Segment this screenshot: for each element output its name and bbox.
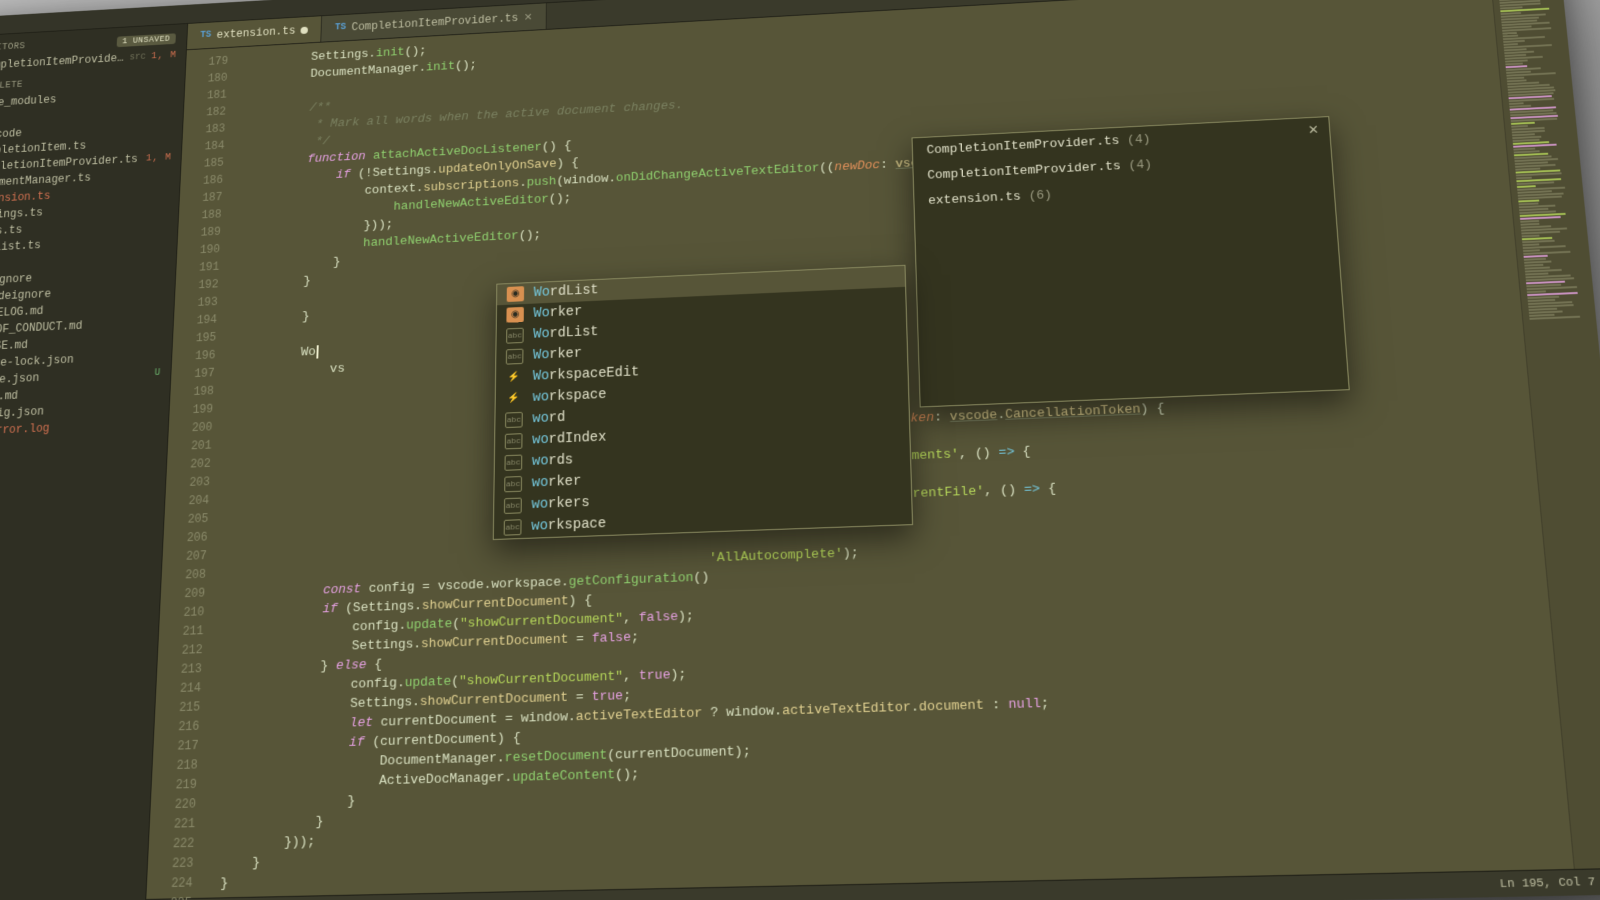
unsaved-badge: 1 UNSAVED: [116, 33, 175, 47]
suggest-kind-icon: abc: [506, 349, 524, 365]
suggest-kind-icon: abc: [504, 498, 522, 514]
suggest-kind-icon: abc: [505, 412, 523, 428]
intellisense-popup[interactable]: ◉WordList◉WorkerabcWordListabcWorker⚡Wor…: [493, 265, 913, 540]
cursor-position[interactable]: Ln 195, Col 7: [1499, 876, 1596, 891]
editor-area: TS extension.ts TS CompletionItemProvide…: [145, 0, 1600, 900]
ts-icon: TS: [200, 30, 211, 40]
suggest-kind-icon: ⚡: [506, 370, 524, 386]
suggest-kind-icon: ◉: [506, 307, 524, 323]
suggest-kind-icon: ◉: [507, 286, 524, 302]
references-panel[interactable]: ✕ CompletionItemProvider.ts (4)Completio…: [912, 116, 1350, 407]
modified-dot-icon: [301, 26, 309, 33]
suggest-kind-icon: abc: [506, 328, 524, 344]
suggest-kind-icon: abc: [504, 519, 522, 535]
close-icon[interactable]: ✕: [524, 11, 533, 24]
suggest-kind-icon: abc: [505, 433, 523, 449]
suggest-kind-icon: ⚡: [505, 391, 523, 407]
suggest-kind-icon: abc: [504, 455, 522, 471]
suggest-kind-icon: abc: [504, 476, 522, 492]
close-icon[interactable]: ✕: [1308, 123, 1320, 138]
editor-window: extension.ts OPEN EDITORS 1 UNSAVED TS C…: [0, 0, 1600, 900]
ts-icon: TS: [335, 23, 346, 33]
